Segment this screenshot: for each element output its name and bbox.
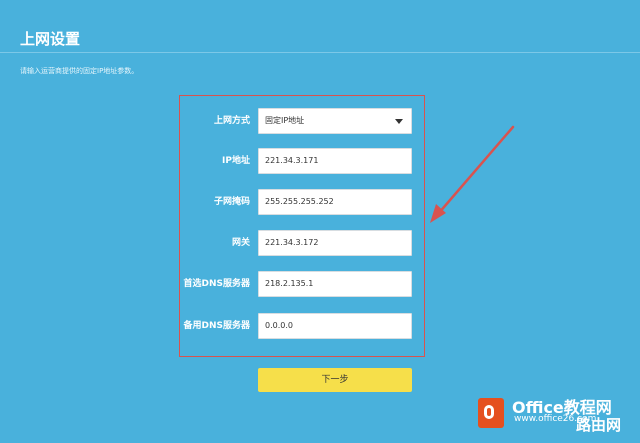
red-arrow-annotation (430, 125, 515, 223)
office-logo-icon (478, 398, 504, 428)
watermark: Office教程网 www.office26.com 路由网 (478, 392, 640, 443)
watermark-site: 路由网 (576, 416, 622, 434)
